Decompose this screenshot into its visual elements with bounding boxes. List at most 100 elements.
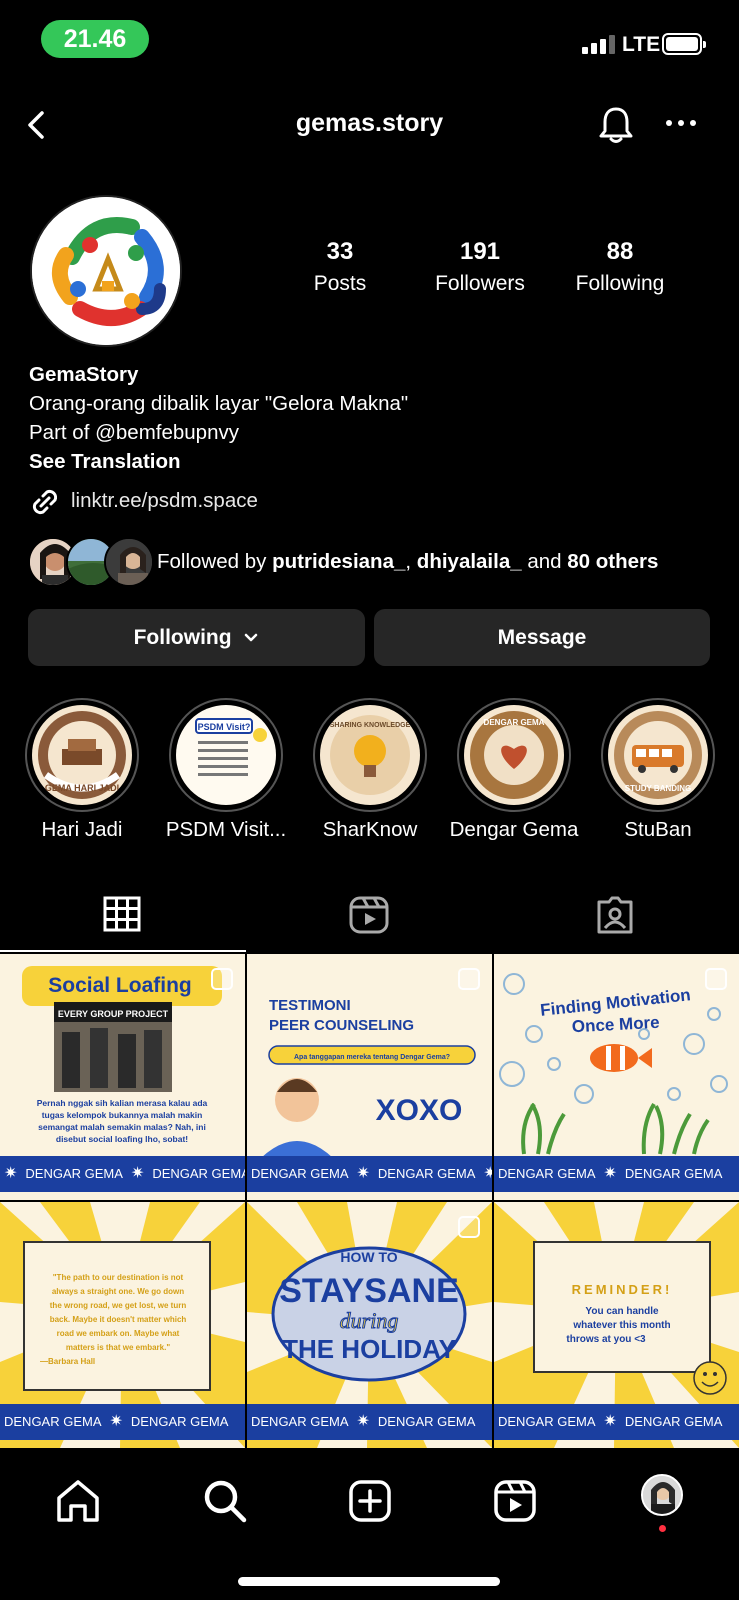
stat-following[interactable]: 88 Following (550, 238, 690, 296)
stat-label: Followers (435, 272, 525, 295)
select-checkbox[interactable] (211, 968, 233, 990)
highlight-ring: PSDM Visit? (169, 698, 283, 812)
stat-label: Following (575, 272, 665, 295)
post-thumbnail[interactable]: REMINDER! You can handle whatever this m… (494, 1202, 739, 1448)
post-thumbnail[interactable]: Finding Motivation Once More DENGAR GEMA… (494, 954, 739, 1200)
highlight-psdm-visit[interactable]: PSDM Visit? PSDM Visit... (156, 698, 296, 842)
profile-avatar-nav[interactable] (641, 1474, 683, 1516)
highlight-art-text: SHARING KNOWLEDGE (330, 722, 411, 729)
svg-text:semangat malah semakin malas?: semangat malah semakin malas? Nah, ini (38, 1122, 206, 1132)
highlight-ring: STUDY BANDING (601, 698, 715, 812)
select-checkbox[interactable] (705, 968, 727, 990)
svg-text:the wrong road, we get lost, w: the wrong road, we get lost, we turn (50, 1301, 187, 1310)
profile-bio: GemaStory Orang-orang dibalik layar "Gel… (29, 360, 729, 476)
link-icon (32, 489, 58, 515)
search-icon[interactable] (200, 1476, 250, 1526)
create-icon[interactable] (345, 1476, 395, 1526)
status-time: 21.46 (41, 20, 149, 58)
display-name: GemaStory (29, 363, 139, 386)
highlight-label: Hari Jadi (41, 818, 123, 841)
svg-text:TESTIMONI: TESTIMONI (269, 997, 351, 1014)
followed-by-text: Followed by putridesiana_, dhiyalaila_ a… (157, 550, 658, 574)
reels-icon (349, 896, 389, 934)
following-button[interactable]: Following (28, 609, 365, 666)
post-title: Social Loafing (48, 974, 192, 997)
highlight-cover: SHARING KNOWLEDGE (320, 705, 420, 805)
tab-tagged[interactable] (492, 870, 738, 952)
post-thumbnail[interactable]: HOW TO STAYSANE during THE HOLIDAY DENGA… (247, 1202, 492, 1448)
profile-header: gemas.story (0, 95, 739, 155)
network-label: LTE (622, 33, 661, 56)
stat-posts[interactable]: 33 Posts (270, 238, 410, 296)
svg-text:—Barbara Hall: —Barbara Hall (40, 1357, 95, 1366)
message-button[interactable]: Message (374, 609, 710, 666)
separator: , (405, 550, 417, 573)
bio-line: Orang-orang dibalik layar "Gelora Makna" (29, 392, 409, 415)
stat-followers[interactable]: 191 Followers (410, 238, 550, 296)
grid-icon (103, 896, 141, 932)
highlight-label: StuBan (624, 818, 692, 841)
highlight-art-text: GEMA HARI JADI (45, 783, 119, 793)
highlight-art-text: PSDM Visit? (198, 722, 251, 732)
followed-by[interactable]: Followed by putridesiana_, dhiyalaila_ a… (28, 537, 728, 589)
home-indicator (238, 1577, 500, 1586)
highlight-sharknow[interactable]: SHARING KNOWLEDGE SharKnow (300, 698, 440, 842)
follower-username[interactable]: putridesiana_ (272, 550, 405, 573)
highlight-stuban[interactable]: STUDY BANDING StuBan (588, 698, 728, 842)
bio-line[interactable]: Part of @bemfebupnvy (29, 418, 729, 447)
highlight-label: PSDM Visit... (165, 818, 287, 841)
highlight-art-text: DENGAR GEMA (484, 718, 545, 727)
follower-avatar (104, 537, 154, 587)
post-band: DENGAR GEMA ✷ DENGAR GEMA ✷ (247, 1156, 492, 1192)
tab-posts-grid[interactable] (0, 870, 246, 952)
post-thumbnail[interactable]: "The path to our destination is not alwa… (0, 1202, 245, 1448)
message-button-label: Message (497, 626, 587, 649)
svg-text:"The path to our destination i: "The path to our destination is not (53, 1273, 184, 1282)
post-band: ✷ DENGAR GEMA ✷ DENGAR GEMA (0, 1156, 245, 1192)
bell-icon[interactable] (597, 105, 635, 145)
svg-text:PEER COUNSELING: PEER COUNSELING (269, 1017, 414, 1034)
followed-by-others[interactable]: 80 others (567, 550, 658, 573)
battery-icon (662, 33, 706, 55)
svg-text:THE HOLIDAY: THE HOLIDAY (282, 1334, 456, 1364)
svg-text:throws at you <3: throws at you <3 (566, 1334, 646, 1345)
select-checkbox[interactable] (458, 1216, 480, 1238)
highlight-cover: DENGAR GEMA (464, 705, 564, 805)
see-translation-link[interactable]: See Translation (29, 447, 729, 476)
profile-avatar[interactable] (30, 195, 182, 347)
post-thumbnail[interactable]: TESTIMONI PEER COUNSELING Apa tanggapan … (247, 954, 492, 1200)
post-subtitle: EVERY GROUP PROJECT (58, 1009, 169, 1019)
highlight-ring: SHARING KNOWLEDGE (313, 698, 427, 812)
post-subtitle: HOW TO (340, 1249, 397, 1265)
highlight-dengar-gema[interactable]: DENGAR GEMA Dengar Gema (444, 698, 584, 842)
highlight-ring: DENGAR GEMA (457, 698, 571, 812)
highlight-ring: GEMA HARI JADI (25, 698, 139, 812)
svg-text:road we embark on. Maybe what: road we embark on. Maybe what (57, 1329, 180, 1338)
highlight-cover: PSDM Visit? (176, 705, 276, 805)
separator: and (521, 550, 568, 573)
svg-text:back. Maybe it doesn't matter: back. Maybe it doesn't matter which (50, 1315, 187, 1324)
tab-reels[interactable] (246, 870, 492, 952)
chevron-down-icon (245, 634, 258, 642)
stat-value: 191 (459, 238, 501, 265)
tagged-icon (597, 896, 633, 934)
svg-text:matters is that we embark.": matters is that we embark." (66, 1343, 170, 1352)
highlight-cover: STUDY BANDING (608, 705, 708, 805)
bio-link-text[interactable]: linktr.ee/psdm.space (71, 486, 258, 516)
home-icon[interactable] (53, 1476, 103, 1526)
stat-label: Posts (313, 272, 367, 295)
reels-icon[interactable] (490, 1476, 540, 1526)
svg-text:Pernah nggak sih kalian merasa: Pernah nggak sih kalian merasa kalau ada (37, 1098, 208, 1108)
highlight-label: Dengar Gema (449, 818, 579, 841)
stat-value: 88 (606, 238, 634, 265)
more-icon[interactable] (664, 109, 698, 139)
followed-by-prefix: Followed by (157, 550, 273, 573)
highlight-label: SharKnow (322, 818, 418, 841)
highlight-hari-jadi[interactable]: GEMA HARI JADI Hari Jadi (12, 698, 152, 842)
svg-text:tugas kelompok bukannya malah: tugas kelompok bukannya malah makin (42, 1110, 203, 1120)
follower-username[interactable]: dhiyalaila_ (417, 550, 522, 573)
post-thumbnail[interactable]: Social Loafing EVERY GROUP PROJECT Perna… (0, 954, 245, 1200)
highlight-art-text: STUDY BANDING (625, 784, 692, 793)
profile-stats: 33 Posts 191 Followers 88 Following (270, 238, 730, 298)
select-checkbox[interactable] (458, 968, 480, 990)
